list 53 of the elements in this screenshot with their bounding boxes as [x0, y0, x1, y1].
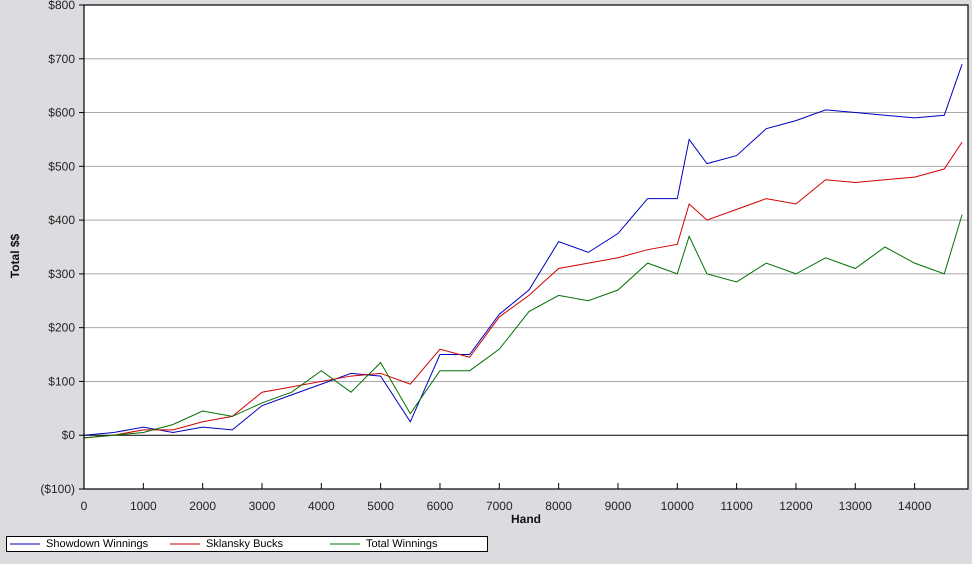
tick-label: $600: [48, 106, 75, 120]
tick-label: $400: [48, 213, 75, 228]
tick-label: $300: [48, 266, 75, 281]
tick-mark: [78, 166, 84, 167]
tick-label: 10000: [660, 499, 694, 512]
tick-label: 2000: [189, 499, 216, 512]
axis-title: Hand: [511, 512, 541, 528]
tick-mark: [78, 4, 84, 6]
tick-label: $0: [62, 428, 75, 442]
tick-label: 7000: [486, 499, 513, 512]
tick-label: 13000: [838, 499, 872, 512]
legend-label: Total Winnings: [366, 538, 438, 550]
tick-label: ($100): [40, 482, 75, 496]
tick-label: 5000: [367, 499, 394, 512]
tick-mark: [558, 482, 560, 490]
tick-label: $200: [48, 320, 75, 335]
tick-mark: [498, 482, 500, 490]
tick-mark: [320, 482, 322, 490]
tick-label: 14000: [898, 499, 932, 512]
tick-mark: [439, 482, 440, 490]
legend-label: Sklansky Bucks: [206, 538, 284, 550]
tick-label: 0: [80, 499, 88, 512]
tick-mark: [78, 273, 84, 274]
tick-mark: [380, 482, 382, 490]
tick-mark: [142, 482, 144, 490]
tick-mark: [78, 327, 84, 328]
tick-mark: [914, 482, 916, 490]
tick-label: 6000: [426, 499, 454, 512]
tick-mark: [78, 434, 84, 436]
tick-label: 8000: [545, 499, 572, 512]
tick-label: 4000: [308, 499, 335, 512]
tick-mark: [617, 482, 618, 490]
tick-label: 12000: [779, 499, 813, 512]
tick-mark: [78, 380, 84, 382]
tick-mark: [795, 482, 796, 490]
tick-label: $100: [48, 374, 75, 388]
tick-mark: [78, 58, 84, 60]
tick-label: $500: [48, 159, 75, 174]
tick-label: 9000: [604, 499, 632, 512]
tick-label: 1000: [130, 499, 157, 512]
tick-mark: [676, 482, 678, 490]
legend-label: Showdown Winnings: [46, 538, 148, 550]
tick-mark: [736, 482, 738, 490]
tick-label: 11000: [720, 499, 753, 512]
tick-mark: [78, 112, 84, 114]
tick-label: $700: [48, 52, 75, 66]
tick-mark: [261, 482, 262, 490]
tick-mark: [78, 220, 84, 221]
axis-title: Total $$: [8, 234, 22, 278]
tick-mark: [202, 482, 204, 490]
tick-mark: [854, 482, 856, 490]
tick-label: $800: [48, 0, 75, 12]
tick-label: 3000: [248, 499, 276, 512]
